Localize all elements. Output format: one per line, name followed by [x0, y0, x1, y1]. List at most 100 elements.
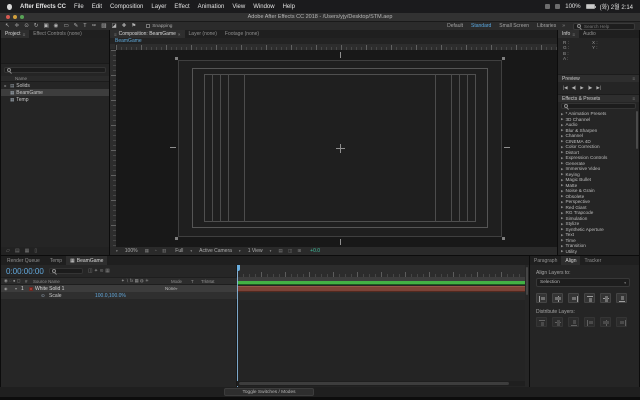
scrollbar-thumb[interactable] [239, 382, 509, 385]
disclosure-icon[interactable]: ▶ [561, 123, 563, 127]
preview-panel-header[interactable]: Preview ≡ [558, 74, 639, 82]
interpret-footage-icon[interactable]: ▱ [6, 248, 10, 254]
layer-duration-bar[interactable] [237, 286, 525, 292]
disclosure-icon[interactable]: ▶ [561, 189, 563, 193]
first-frame-button-icon[interactable]: |◀ [563, 85, 568, 91]
workspace-tab[interactable]: Default [447, 23, 463, 29]
align-horizontal-center-button[interactable] [552, 293, 563, 303]
wifi-icon[interactable] [555, 4, 560, 9]
play-button-icon[interactable]: ▶ [580, 85, 583, 91]
disclosure-icon[interactable]: ▶ [561, 222, 563, 226]
distribute-left-button[interactable] [584, 317, 595, 327]
menu-app-name[interactable]: After Effects CC [20, 4, 66, 10]
timeline-tab[interactable]: Render Queue [1, 256, 44, 265]
disclosure-icon[interactable]: ▶ [561, 216, 563, 220]
disclosure-icon[interactable]: ▶ [561, 205, 563, 209]
panel-menu-icon[interactable]: ≡ [23, 32, 26, 37]
playhead[interactable] [237, 265, 238, 387]
delete-icon[interactable]: ▯ [34, 248, 37, 254]
apple-menu-icon[interactable] [7, 4, 12, 10]
effects-presets-panel-header[interactable]: Effects & Presets ≡ [558, 94, 639, 102]
timeline-vertical-scrollbar[interactable] [525, 265, 529, 387]
disclosure-icon[interactable]: ▶ [561, 227, 563, 231]
layer-handle-bottom[interactable] [340, 239, 341, 245]
disclosure-icon[interactable]: ▶ [561, 200, 563, 204]
align-top-button[interactable] [584, 293, 595, 303]
camera-view-select[interactable]: Active Camera [199, 248, 232, 254]
property-value[interactable]: 100.0,100.0% [95, 293, 126, 299]
menu-item[interactable]: Effect [174, 4, 189, 10]
layer-name[interactable]: White Solid 1 [35, 286, 109, 292]
align-target-select[interactable]: Selection ▾ [536, 278, 630, 287]
distribute-right-button[interactable] [616, 317, 627, 327]
panel-menu-icon[interactable]: ≡ [572, 32, 575, 37]
disclosure-icon[interactable]: ▶ [561, 134, 563, 138]
resolution-select[interactable]: Full [175, 248, 183, 254]
time-ruler[interactable] [237, 265, 525, 277]
align-panel-tab[interactable]: Tracker [580, 256, 605, 265]
workspace-tab[interactable]: Libraries [537, 23, 556, 29]
info-panel-tab[interactable]: Info ≡ [558, 30, 579, 38]
menu-item[interactable]: Edit [92, 4, 102, 10]
composition-viewport[interactable] [116, 50, 557, 247]
current-timecode[interactable]: 0:00:00:00 [6, 267, 44, 276]
workspace-tab[interactable]: Standard [471, 23, 491, 29]
disclosure-icon[interactable]: ▶ [561, 172, 563, 176]
disclosure-icon[interactable]: ▶ [561, 145, 563, 149]
align-left-button[interactable] [536, 293, 547, 303]
disclosure-icon[interactable]: ▶ [561, 249, 563, 253]
exposure-value[interactable]: +0.0 [310, 248, 320, 254]
disclosure-icon[interactable]: ▶ [561, 112, 563, 116]
panel-menu-icon[interactable]: ≡ [632, 96, 635, 101]
scrollbar-thumb[interactable] [526, 267, 528, 295]
disclosure-icon[interactable]: ▶ [561, 178, 563, 182]
disclosure-icon[interactable]: ▶ [561, 183, 563, 187]
input-source-icon[interactable] [545, 4, 550, 9]
align-bottom-button[interactable] [616, 293, 627, 303]
snapping-checkbox[interactable] [146, 24, 150, 28]
workspace-overflow-icon[interactable]: » [562, 23, 565, 29]
effects-search-input[interactable] [561, 103, 636, 109]
panel-menu-icon[interactable]: ≡ [114, 32, 117, 37]
project-item[interactable]: ▦ Temp [1, 96, 109, 103]
disclosure-icon[interactable]: ▶ [561, 117, 563, 121]
info-panel-tab[interactable]: Audio ≡ [579, 30, 600, 38]
composition-panel-tab[interactable]: ≡ Layer (none) × [185, 30, 221, 38]
disclosure-icon[interactable]: ▶ [561, 150, 563, 154]
new-folder-icon[interactable]: ▤ [15, 248, 20, 254]
disclosure-icon[interactable]: ▶ [561, 156, 563, 160]
layer-corner-handle[interactable] [175, 237, 178, 240]
menu-item[interactable]: Help [283, 4, 295, 10]
disclosure-icon[interactable]: ▶ [561, 244, 563, 248]
distribute-bottom-button[interactable] [568, 317, 579, 327]
layer-handle-top[interactable] [340, 52, 341, 58]
composition-panel-tab[interactable]: ≡ Composition: BeamGame × [110, 30, 185, 38]
effects-list-scrollbar[interactable] [636, 111, 638, 149]
new-composition-icon[interactable]: ▦ [25, 248, 30, 254]
preview-option-icons[interactable]: ▤ ◫ ⊞ [278, 248, 303, 254]
property-row[interactable]: ⊙ Scale 100.0,100.0% [1, 292, 237, 299]
align-panel-tab[interactable]: Paragraph [530, 256, 561, 265]
property-name[interactable]: Scale [49, 293, 95, 299]
disclosure-icon[interactable]: ▶ [561, 128, 563, 132]
distribute-vertical-center-button[interactable] [552, 317, 563, 327]
layer-label-color[interactable] [29, 287, 33, 291]
timeline-graph-area[interactable] [237, 265, 525, 387]
layer-corner-handle[interactable] [175, 57, 178, 60]
layer-corner-handle[interactable] [502, 237, 505, 240]
disclosure-icon[interactable]: ▶ [561, 194, 563, 198]
disclosure-icon[interactable]: ▶ [561, 238, 563, 242]
source-name-column[interactable]: Source Name [33, 279, 121, 284]
disclosure-icon[interactable]: ▶ [561, 161, 563, 165]
stopwatch-icon[interactable]: ⊙ [41, 293, 49, 299]
disclosure-icon[interactable]: ▶ [561, 211, 563, 215]
align-right-button[interactable] [568, 293, 579, 303]
zoom-level[interactable]: 100% [125, 248, 138, 254]
blend-mode-select[interactable]: None [165, 286, 176, 291]
next-frame-button-icon[interactable]: |▶ [588, 85, 593, 91]
layer-handle-right[interactable] [504, 147, 510, 148]
workspace-tab[interactable]: Small Screen [499, 23, 529, 29]
project-panel-tab[interactable]: Project ≡ [1, 30, 29, 38]
toggle-switches-modes-button[interactable]: Toggle Switches / Modes [224, 388, 314, 396]
disclosure-icon[interactable]: ▶ [561, 167, 563, 171]
